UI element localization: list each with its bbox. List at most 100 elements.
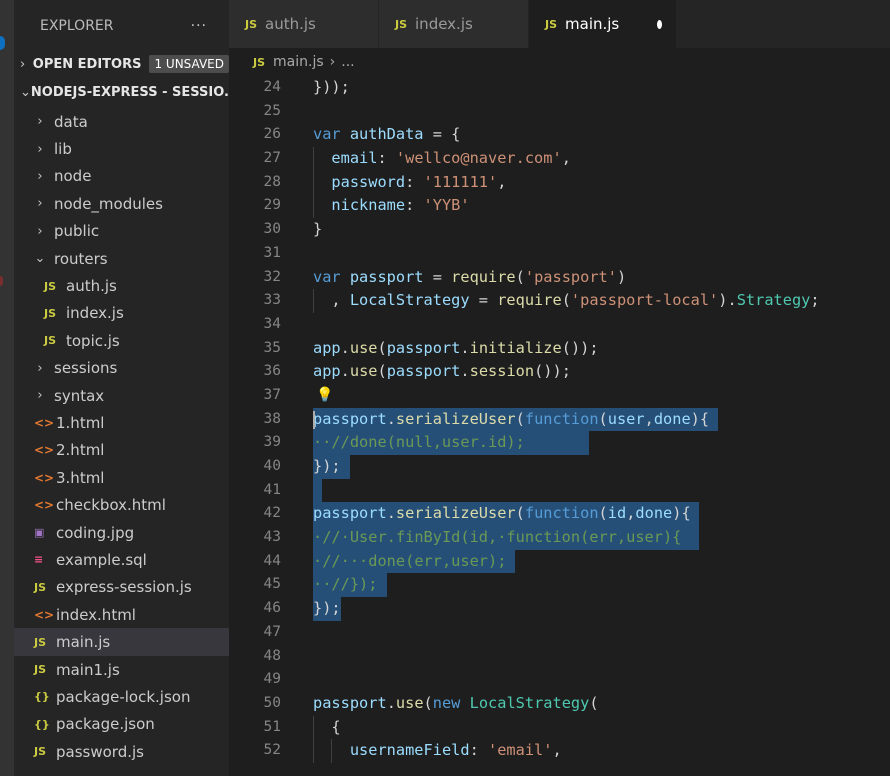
open-editors-section[interactable]: › OPEN EDITORS 1 UNSAVED [14, 52, 229, 76]
more-actions-icon[interactable]: ··· [191, 18, 207, 34]
chevron-right-icon: › [37, 196, 43, 212]
code-token: //·User.finById(id,·function(err,user){ [322, 528, 682, 547]
code-line: 26 var authData = { [229, 123, 890, 147]
code-token: , [313, 291, 350, 310]
code-token: 'email' [488, 741, 553, 760]
tree-item-index-html[interactable]: <> index.html [14, 601, 229, 628]
code-token: use [349, 338, 378, 357]
lightbulb-icon[interactable]: 💡 [316, 387, 333, 403]
js-file-icon: JS [34, 635, 47, 649]
tree-item-package-json[interactable]: {} package.json [14, 711, 229, 738]
line-number: 33 [263, 292, 281, 309]
tree-item-express-session-js[interactable]: JS express-session.js [14, 574, 229, 601]
code-token: var [313, 125, 350, 144]
js-file-icon: JS [253, 55, 266, 69]
code-token: ( [598, 504, 608, 523]
code-token: '111111' [423, 172, 498, 191]
tree-item-label: coding.jpg [56, 523, 135, 542]
breadcrumb-file[interactable]: main.js [273, 54, 324, 70]
code-text: nickname: 'YYB' [313, 194, 469, 218]
text-cursor [313, 410, 315, 429]
json-file-icon: {} [34, 717, 50, 731]
tree-item-2-html[interactable]: <> 2.html [14, 437, 229, 464]
database-file-icon: ≡ [34, 553, 44, 567]
code-token: . [386, 409, 396, 428]
tree-item-syntax[interactable]: › syntax [14, 382, 229, 409]
tab-main-js[interactable]: JS main.js [529, 0, 677, 48]
code-token: app [313, 362, 341, 381]
line-number: 27 [263, 150, 281, 167]
project-label: NODEJS-EXPRESS - SESSIO... [30, 84, 229, 100]
tree-item-main-js[interactable]: JS main.js [14, 628, 229, 656]
code-token: function [524, 504, 599, 523]
html-file-icon: <> [34, 443, 55, 458]
tree-item-node[interactable]: › node [14, 163, 229, 190]
tree-item-auth-js[interactable]: JS auth.js [14, 272, 229, 299]
chevron-right-icon: › [37, 168, 43, 184]
tree-item-label: main.js [56, 633, 111, 652]
activity-bar [0, 0, 14, 776]
tree-item-example-sql[interactable]: ≡ example.sql [14, 546, 229, 573]
tree-item-index-js[interactable]: JS index.js [14, 300, 229, 327]
tree-item-3-html[interactable]: <> 3.html [14, 464, 229, 491]
unsaved-dot-icon[interactable] [657, 19, 662, 29]
tree-item-sessions[interactable]: › sessions [14, 355, 229, 382]
tree-item-label: index.html [56, 605, 136, 624]
tree-item-main1-js[interactable]: JS main1.js [14, 656, 229, 683]
tree-item-password-js[interactable]: JS password.js [14, 738, 229, 765]
line-number: 40 [263, 458, 281, 474]
tree-item-routers[interactable]: ⌄ routers [14, 245, 229, 272]
code-token: · [313, 575, 323, 594]
code-text: })); [313, 76, 350, 100]
js-file-icon: JS [545, 17, 558, 31]
code-token: = { [423, 125, 461, 144]
explorer-header: EXPLORER ··· [14, 0, 229, 52]
code-token: . [386, 504, 396, 523]
code-token: , [552, 741, 562, 760]
code-token: { [313, 717, 341, 736]
tree-item-package-lock-json[interactable]: {} package-lock.json [14, 683, 229, 710]
code-token: ( [515, 409, 525, 428]
breadcrumb-symbols[interactable]: ... [341, 54, 354, 70]
tree-item-node-modules[interactable]: › node_modules [14, 190, 229, 217]
project-folder-section[interactable]: ⌄ NODEJS-EXPRESS - SESSIO... [14, 80, 229, 104]
code-line: 32 var passport = require('passport') [229, 266, 890, 290]
code-token: initialize [469, 338, 562, 357]
js-file-icon: JS [44, 334, 57, 348]
js-file-icon: JS [44, 279, 57, 293]
html-file-icon: <> [34, 470, 55, 485]
tree-item-label: package-lock.json [56, 687, 191, 706]
code-token: user [607, 409, 645, 428]
tree-item-coding-jpg[interactable]: ▣ coding.jpg [14, 519, 229, 546]
line-number: 43 [263, 529, 281, 546]
code-editor[interactable]: 24})); 25 26 var authData = {27 email: 'wel… [229, 76, 890, 776]
chevron-right-icon: › [37, 360, 43, 376]
code-token: //done(null,user.id); [331, 433, 525, 452]
tree-item-checkbox-html[interactable]: <> checkbox.html [14, 491, 229, 518]
code-token: , [497, 172, 507, 191]
code-text: var authData = { [313, 123, 460, 147]
tree-item-public[interactable]: › public [14, 218, 229, 245]
accounts-indicator[interactable] [0, 36, 5, 50]
code-line: 29 nickname: 'YYB' [229, 194, 890, 219]
code-line: 44 ·//···done(err,user); [229, 549, 890, 574]
tree-item-topic-js[interactable]: JS topic.js [14, 327, 229, 354]
js-file-icon: JS [34, 745, 47, 759]
code-token: . [460, 338, 470, 357]
code-token: } [313, 220, 323, 239]
chevron-right-icon: › [37, 141, 43, 157]
code-token: 'passport' [524, 267, 617, 286]
code-token: ()); [534, 362, 571, 381]
tree-item-data[interactable]: › data [14, 108, 229, 135]
code-token: ; [810, 291, 820, 310]
code-text: ··//}); [313, 573, 377, 597]
tab-auth-js[interactable]: JS auth.js [229, 0, 379, 48]
tree-item-lib[interactable]: › lib [14, 135, 229, 162]
tree-item-1-html[interactable]: <> 1.html [14, 409, 229, 436]
code-token: use [395, 693, 424, 712]
json-file-icon: {} [34, 690, 50, 704]
code-token: ( [423, 693, 433, 712]
tab-index-js[interactable]: JS index.js [379, 0, 529, 48]
line-number: 52 [263, 742, 281, 759]
